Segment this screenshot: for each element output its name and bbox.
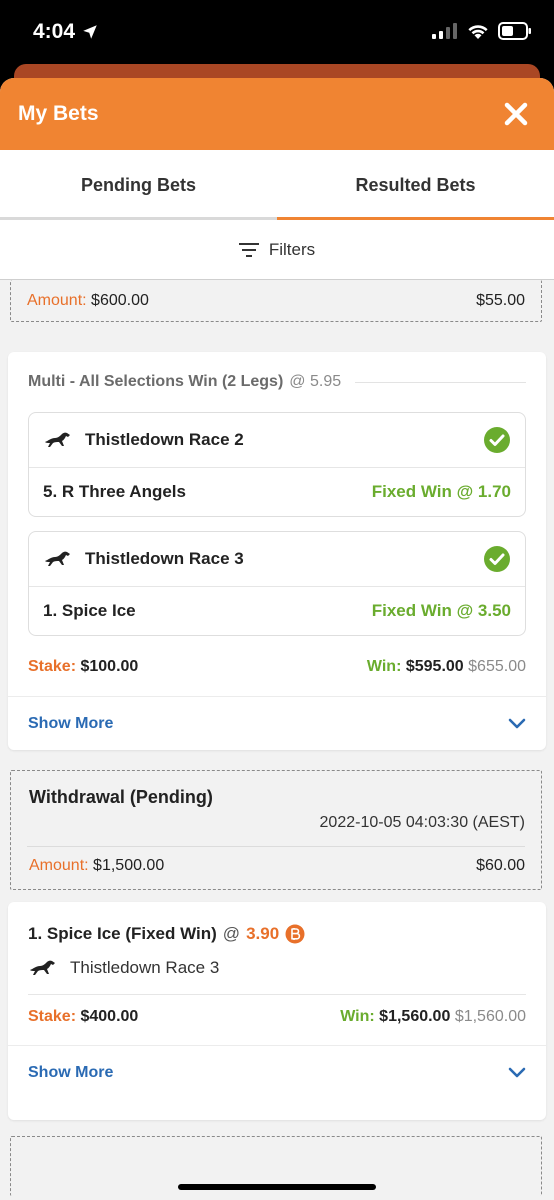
win-alt-value: $1,560.00 <box>454 1008 526 1025</box>
single-bet-at: @ <box>222 924 241 943</box>
multi-bet-odds: @ 5.95 <box>289 373 342 390</box>
single-bet-odds: 3.90 <box>246 924 280 943</box>
win-label: Win: <box>366 658 402 675</box>
close-button[interactable] <box>496 94 536 134</box>
single-bet-event: Thistledown Race 3 <box>8 944 546 978</box>
filter-icon <box>238 242 259 257</box>
leg-bet-type: Fixed Win @ 1.70 <box>371 482 511 501</box>
leg-event: Thistledown Race 2 <box>85 430 244 449</box>
show-more-button[interactable]: Show More <box>8 696 546 750</box>
filters-label: Filters <box>268 239 316 259</box>
withdrawal-card: Withdrawal (Pending) 2022-10-05 04:03:30… <box>10 770 542 890</box>
location-arrow-icon <box>83 25 97 39</box>
leg-bet-type: Fixed Win @ 3.50 <box>371 601 511 620</box>
stake-label: Stake: <box>28 1008 77 1025</box>
tab-resulted-bets[interactable]: Resulted Bets <box>277 150 554 220</box>
header: My Bets <box>0 78 554 150</box>
bonus-coin-icon <box>285 924 305 944</box>
chevron-down-icon <box>508 1067 526 1077</box>
withdrawal-title: Withdrawal (Pending) <box>29 787 213 807</box>
leg-selection: 5. R Three Angels <box>43 482 186 501</box>
stake-row: Stake: $400.00 Win: $1,560.00 $1,560.00 <box>8 995 546 1039</box>
tab-pending-bets[interactable]: Pending Bets <box>0 150 277 220</box>
show-more-label: Show More <box>28 1063 114 1081</box>
horse-racing-icon <box>45 551 70 566</box>
multi-bet-card: Multi - All Selections Win (2 Legs) @ 5.… <box>8 352 546 750</box>
stake-label: Stake: <box>28 658 77 675</box>
multi-leg-1: Thistledown Race 2 5. R Three Angels Fix… <box>28 412 526 517</box>
win-value: $595.00 <box>405 658 464 675</box>
stake-row: Stake: $100.00 Win: $595.00 $655.00 <box>8 650 546 684</box>
signal-icon <box>432 23 457 39</box>
wifi-icon <box>468 25 488 39</box>
stake-value: $400.00 <box>80 1008 139 1025</box>
amount-right-value: $60.00 <box>476 857 525 874</box>
win-label: Win: <box>340 1008 375 1025</box>
stake-value: $100.00 <box>80 658 139 675</box>
horse-racing-icon <box>45 432 70 447</box>
partial-bet-card: Amount: $600.00 $55.00 <box>10 280 542 322</box>
bet-tabs: Pending Bets Resulted Bets <box>0 150 554 220</box>
withdrawal-amount-row: Amount: $1,500.00 $60.00 <box>11 847 541 875</box>
amount-value: $1,500.00 <box>93 857 165 874</box>
single-bet-title: 1. Spice Ice (Fixed Win) @ 3.90 <box>8 902 546 944</box>
win-alt-value: $655.00 <box>468 658 526 675</box>
battery-icon <box>498 22 531 40</box>
amount-row: Amount: $600.00 <box>27 292 149 310</box>
filters-button[interactable]: Filters <box>0 220 554 280</box>
amount-label: Amount: <box>29 857 89 874</box>
amount-right-value: $55.00 <box>476 291 525 309</box>
show-more-label: Show More <box>28 714 114 732</box>
status-time: 4:04 <box>33 20 99 44</box>
check-circle-icon <box>484 546 510 572</box>
multi-leg-2: Thistledown Race 3 1. Spice Ice Fixed Wi… <box>28 531 526 636</box>
amount-label: Amount: <box>27 291 87 309</box>
win-value: $1,560.00 <box>379 1008 451 1025</box>
status-bar: 4:04 <box>0 0 554 66</box>
horse-racing-icon <box>30 960 55 975</box>
page-title: My Bets <box>18 102 99 125</box>
leg-selection: 1. Spice Ice <box>43 601 136 620</box>
show-more-button[interactable]: Show More <box>8 1045 546 1099</box>
close-icon <box>504 102 528 126</box>
amount-value: $600.00 <box>91 291 149 309</box>
chevron-down-icon <box>508 718 526 728</box>
status-icons <box>432 22 532 40</box>
multi-bet-title: Multi - All Selections Win (2 Legs) @ 5.… <box>8 352 546 412</box>
home-indicator <box>178 1184 376 1190</box>
withdrawal-date: 2022-10-05 04:03:30 (AEST) <box>319 814 525 831</box>
my-bets-sheet: My Bets Pending Bets Resulted Bets Filte… <box>0 78 554 1200</box>
check-circle-icon <box>484 427 510 453</box>
leg-event: Thistledown Race 3 <box>85 549 244 568</box>
single-bet-card: 1. Spice Ice (Fixed Win) @ 3.90 Thistled… <box>8 902 546 1120</box>
